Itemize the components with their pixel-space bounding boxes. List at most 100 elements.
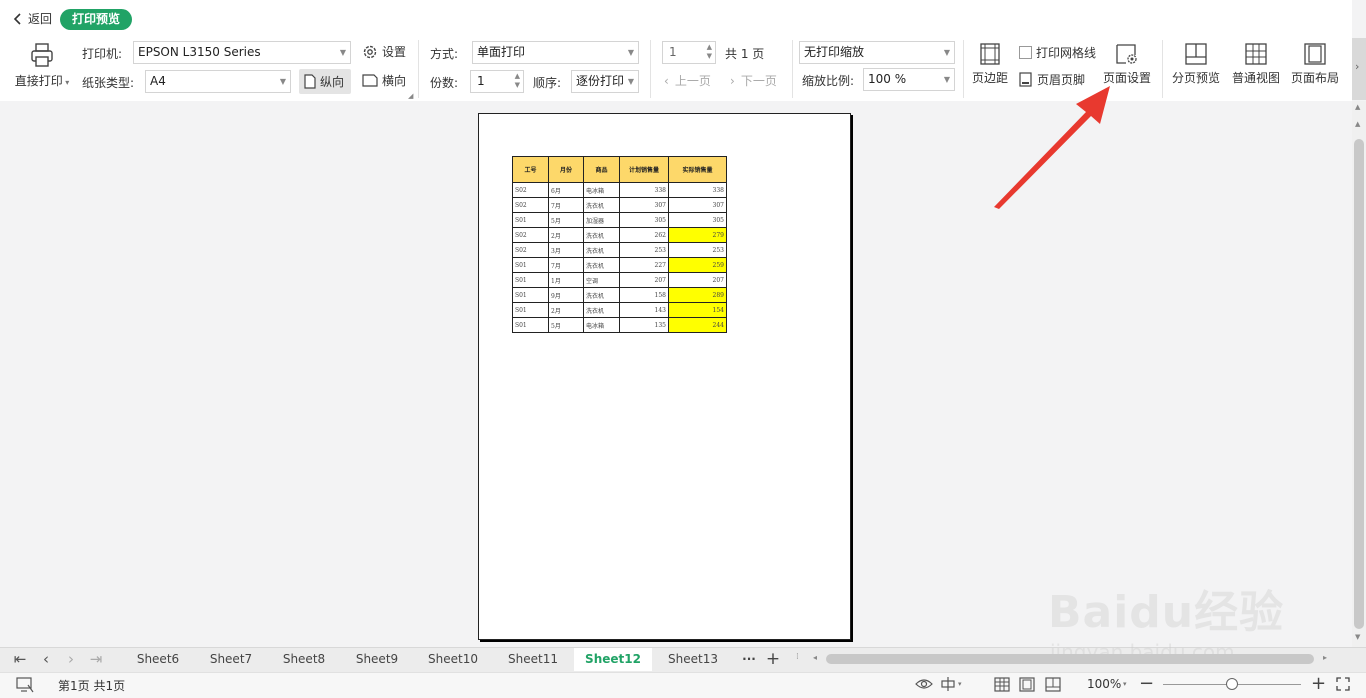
stepper-arrows-icon[interactable]: ▲ ▼ — [515, 72, 520, 90]
table-cell: 空调 — [583, 272, 620, 288]
table-cell: 143 — [619, 302, 669, 318]
normal-view-icon[interactable] — [994, 677, 1010, 692]
table-row: S02 2月 洗衣机 262 279 — [512, 227, 727, 243]
table-cell: 2月 — [548, 302, 584, 318]
table-cell: 307 — [619, 197, 669, 213]
table-cell: S02 — [512, 227, 549, 243]
order-select[interactable]: 逐份打印 ▼ — [571, 70, 639, 93]
scroll-up-fast-icon[interactable]: ▲ — [1355, 120, 1360, 128]
stepper-arrows-icon[interactable]: ▲ ▼ — [707, 43, 712, 61]
table-row: S02 3月 洗衣机 253 253 — [512, 242, 727, 258]
landscape-page-icon — [362, 74, 378, 87]
next-page-button[interactable]: › 下一页 — [730, 72, 777, 89]
zoom-level[interactable]: 100% — [1087, 677, 1121, 691]
scroll-left-icon[interactable]: ◂ — [813, 653, 817, 662]
page-layout-view-icon[interactable] — [1019, 677, 1035, 692]
table-cell: 9月 — [548, 287, 584, 303]
scroll-up-icon[interactable]: ▲ — [1355, 103, 1360, 111]
sheet-tab[interactable]: Sheet7 — [195, 648, 267, 671]
scale-mode-select[interactable]: 无打印缩放 ▼ — [799, 41, 955, 64]
paper-value: A4 — [150, 74, 166, 88]
next-sheet-icon[interactable]: › — [64, 651, 78, 667]
method-select[interactable]: 单面打印 ▼ — [472, 41, 639, 64]
page-break-preview-button[interactable]: 分页预览 — [1168, 43, 1224, 86]
scroll-down-icon[interactable]: ▼ — [1355, 633, 1360, 641]
table-cell: 207 — [619, 272, 669, 288]
table-cell: 338 — [619, 182, 669, 198]
page-layout-button[interactable]: 页面布局 — [1288, 43, 1342, 86]
table-cell: 洗衣机 — [583, 302, 620, 318]
column-header: 商品 — [583, 156, 620, 183]
zoom-out-button[interactable]: − — [1139, 673, 1154, 694]
table-cell: 338 — [668, 182, 727, 198]
table-cell: 307 — [668, 197, 727, 213]
table-cell: 154 — [668, 302, 727, 318]
scale-ratio-select[interactable]: 100 % ▼ — [863, 68, 955, 91]
printer-select[interactable]: EPSON L3150 Series ▼ — [133, 41, 351, 64]
printer-settings-button[interactable]: 设置 — [362, 43, 406, 60]
zoom-dropdown-icon[interactable]: ▾ — [1123, 680, 1127, 688]
zoom-slider-handle[interactable] — [1226, 678, 1238, 690]
table-cell: S02 — [512, 242, 549, 258]
tab-splitter-handle[interactable]: ⁞ — [796, 652, 799, 662]
direct-print-button[interactable]: 直接打印 ▾ — [12, 42, 72, 89]
toolbar-divider — [418, 40, 419, 98]
back-label: 返回 — [28, 12, 53, 26]
table-cell: 7月 — [548, 197, 584, 213]
table-cell: 305 — [668, 212, 727, 228]
horizontal-scrollbar-thumb[interactable] — [826, 654, 1314, 664]
eye-protection-icon[interactable] — [915, 677, 933, 691]
column-header: 工号 — [512, 156, 549, 183]
fullscreen-icon[interactable] — [1336, 677, 1350, 691]
sheet-tab-active[interactable]: Sheet12 — [574, 648, 652, 671]
method-label: 方式: — [430, 47, 459, 61]
portrait-label: 纵向 — [320, 75, 345, 89]
scroll-right-icon[interactable]: ▸ — [1323, 653, 1327, 662]
spreadsheet-table: 工号 月份 商品 计划销售量 实际销售量 S02 6月 电冰箱 338 338 S02 7月… — [512, 156, 727, 333]
landscape-button[interactable]: 横向 — [362, 72, 406, 89]
grid-icon — [1245, 43, 1267, 65]
group-expand-icon[interactable]: ◢ — [408, 92, 413, 100]
table-cell: 洗衣机 — [583, 197, 620, 213]
page-break-icon — [1185, 43, 1207, 65]
back-button[interactable]: 返回 — [12, 10, 52, 27]
more-sheets-button[interactable]: ··· — [736, 648, 762, 671]
table-cell: 3月 — [548, 242, 584, 258]
sheet-tab[interactable]: Sheet13 — [653, 648, 733, 671]
table-cell: 电冰箱 — [583, 317, 620, 333]
toolbar-scroll-right-button[interactable]: › — [1352, 38, 1366, 100]
dropdown-arrow-icon: ▼ — [627, 77, 634, 86]
sheet-tab[interactable]: Sheet8 — [268, 648, 340, 671]
sheet-tab[interactable]: Sheet11 — [493, 648, 573, 671]
add-sheet-button[interactable]: + — [762, 648, 784, 671]
page-number-stepper[interactable]: 1 ▲ ▼ — [662, 41, 716, 64]
table-cell: 5月 — [548, 212, 584, 228]
zoom-in-button[interactable]: + — [1311, 673, 1326, 694]
portrait-button[interactable]: 纵向 — [299, 69, 351, 94]
last-sheet-icon[interactable]: ⇥ — [89, 651, 103, 667]
total-pages-label: 共 1 页 — [725, 47, 765, 61]
first-sheet-icon[interactable]: ⇤ — [13, 651, 27, 667]
paper-select[interactable]: A4 ▼ — [145, 70, 291, 93]
copies-stepper[interactable]: 1 ▲ ▼ — [470, 70, 524, 93]
page-layout-label: 页面布局 — [1290, 71, 1339, 85]
reading-mode-dropdown-icon[interactable]: ▾ — [958, 680, 962, 688]
vertical-scrollbar-thumb[interactable] — [1354, 139, 1364, 629]
copies-value: 1 — [477, 74, 485, 88]
normal-view-button[interactable]: 普通视图 — [1228, 43, 1284, 86]
table-cell: 1月 — [548, 272, 584, 288]
gear-icon — [363, 45, 377, 58]
sheet-tab[interactable]: Sheet10 — [414, 648, 492, 671]
reading-mode-icon[interactable] — [940, 676, 956, 692]
checkbox-box[interactable] — [1019, 46, 1032, 59]
sheet-tab[interactable]: Sheet9 — [341, 648, 413, 671]
page-break-view-icon[interactable] — [1045, 677, 1061, 692]
prev-sheet-icon[interactable]: ‹ — [39, 651, 53, 667]
table-cell: S01 — [512, 287, 549, 303]
table-cell: 135 — [619, 317, 669, 333]
dropdown-arrow-icon: ▼ — [279, 77, 286, 86]
macro-record-icon[interactable] — [16, 677, 34, 693]
prev-page-button[interactable]: ‹ 上一页 — [664, 72, 711, 89]
print-gridlines-checkbox[interactable]: 打印网格线 — [1019, 44, 1096, 61]
sheet-tab[interactable]: Sheet6 — [122, 648, 194, 671]
